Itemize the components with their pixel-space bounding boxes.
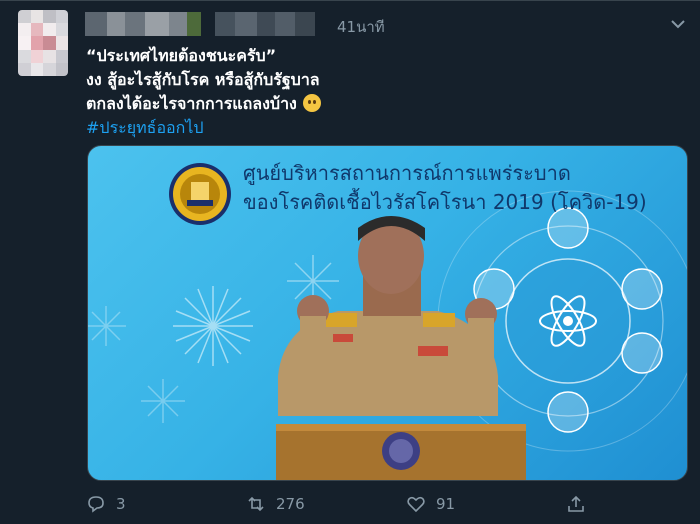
like-button[interactable]: 91 xyxy=(406,494,455,514)
tweet-timestamp[interactable]: 41นาที xyxy=(337,15,385,39)
user-name-blurred[interactable] xyxy=(85,12,315,36)
tweet-text: “ประเทศไทยต้องชนะครับ” งง สู้อะไรสู้กับโ… xyxy=(86,44,321,140)
emoji-icon xyxy=(302,94,321,112)
retweet-icon xyxy=(248,496,264,512)
media-headline: ศูนย์บริหารสถานการณ์การแพร่ระบาด ของโรคต… xyxy=(243,159,647,217)
tweet-line-3-wrap: ตกลงได้อะไรจากการแถลงบ้าง xyxy=(86,92,321,116)
reply-button[interactable]: 3 xyxy=(86,494,126,514)
reply-count: 3 xyxy=(116,495,126,513)
tweet-line-2: งง สู้อะไรสู้กับโรค หรือสู้กับรัฐบาล xyxy=(86,70,320,89)
tweet-actions: 3 276 91 xyxy=(0,490,700,520)
top-divider xyxy=(0,0,700,1)
tweet-line-1: “ประเทศไทยต้องชนะครับ” xyxy=(86,46,277,65)
like-count: 91 xyxy=(436,495,456,513)
reply-icon xyxy=(88,496,104,513)
hashtag-link[interactable]: #ประยุทธ์ออกไป xyxy=(86,116,321,140)
media-headline-line-1: ศูนย์บริหารสถานการณ์การแพร่ระบาด xyxy=(243,161,571,185)
avatar[interactable] xyxy=(18,10,68,76)
speaker-figure xyxy=(278,216,498,416)
share-button[interactable] xyxy=(566,494,586,514)
tweet-line-3: ตกลงได้อะไรจากการแถลงบ้าง xyxy=(86,94,297,113)
media-headline-line-2: ของโรคติดเชื้อไวรัสโคโรนา 2019 (โควิด-19… xyxy=(243,190,647,214)
share-icon xyxy=(568,495,584,512)
tweet-media-image[interactable]: ศูนย์บริหารสถานการณ์การแพร่ระบาด ของโรคต… xyxy=(87,145,688,481)
emblem-icon xyxy=(169,163,231,225)
podium xyxy=(276,424,526,480)
chevron-down-icon[interactable] xyxy=(668,14,688,34)
like-icon xyxy=(407,496,425,513)
retweet-button[interactable]: 276 xyxy=(246,494,305,514)
retweet-count: 276 xyxy=(276,495,305,513)
